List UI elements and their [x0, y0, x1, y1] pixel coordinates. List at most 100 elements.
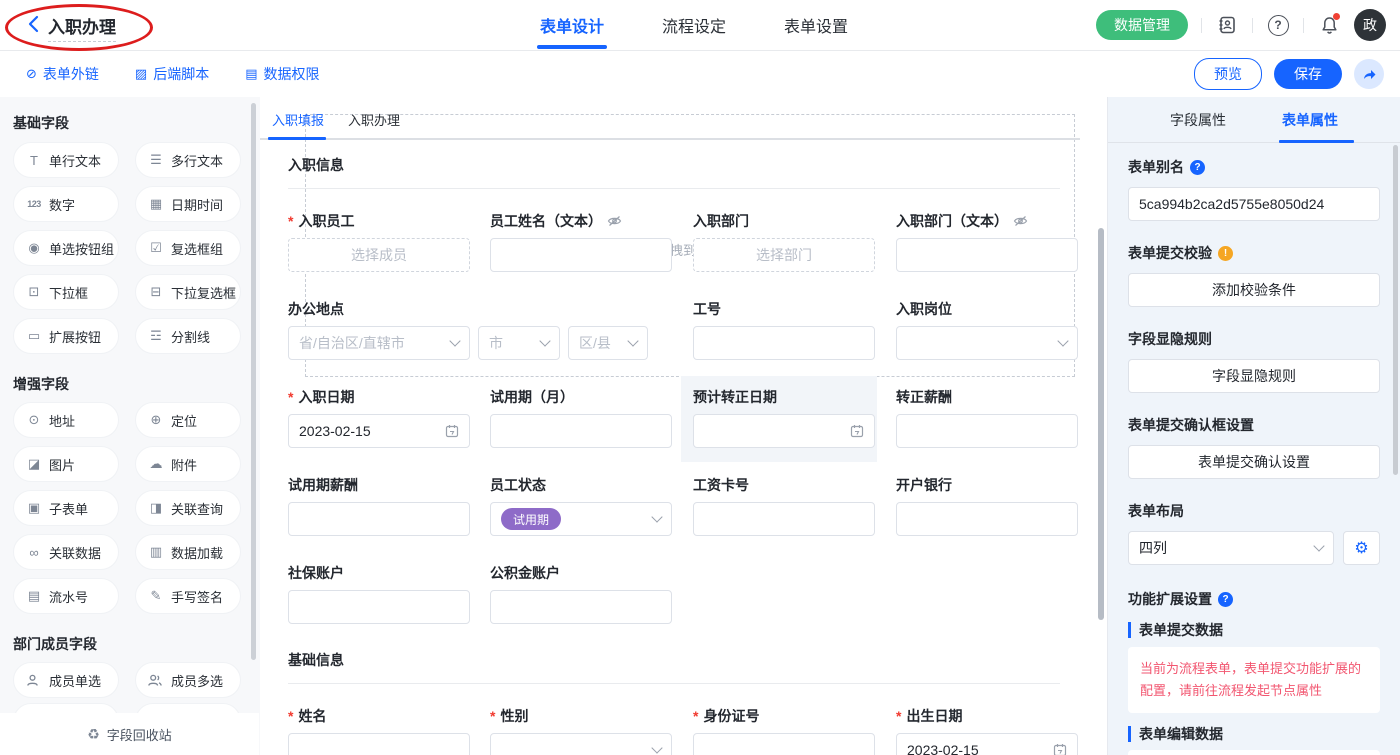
eye-slash-icon[interactable] [607, 215, 622, 227]
sidebar-field-signature[interactable]: ✎手写签名 [135, 578, 241, 614]
calendar-icon [850, 424, 864, 438]
add-validation-button[interactable]: 添加校验条件 [1128, 273, 1380, 307]
sidebar-field-member-single[interactable]: 成员单选 [13, 662, 119, 698]
layout-gear-button[interactable]: ⚙ [1343, 531, 1380, 565]
address-icon: ⊙ [26, 412, 42, 428]
sidebar-field-multi-select[interactable]: ⊟下拉复选框 [135, 274, 241, 310]
sidebar-field-select[interactable]: ⊡下拉框 [13, 274, 119, 310]
post-select[interactable] [896, 326, 1078, 360]
form-alias-input[interactable] [1128, 187, 1380, 221]
tab-flow-setting[interactable]: 流程设定 [662, 13, 726, 37]
form-tab-onboard-fill[interactable]: 入职填报 [272, 110, 324, 129]
eye-slash-icon[interactable] [1013, 215, 1028, 227]
sidebar-field-member-multi[interactable]: 成员多选 [135, 662, 241, 698]
text-input[interactable] [288, 590, 470, 624]
sidebar-field-image[interactable]: ◪图片 [13, 446, 119, 482]
text-input[interactable] [896, 414, 1078, 448]
save-button[interactable]: 保存 [1274, 59, 1342, 89]
properties-body: 表单别名 ? 表单提交校验 ! 添加校验条件 字段显隐规则 字段显隐规则 表单提… [1108, 143, 1400, 755]
tab-form-setting[interactable]: 表单设置 [784, 13, 848, 37]
tab-form-design[interactable]: 表单设计 [540, 13, 604, 37]
text-input[interactable] [693, 502, 875, 536]
tab-form-properties[interactable]: 表单属性 [1282, 110, 1338, 130]
help-circle-icon[interactable]: ? [1190, 160, 1205, 175]
user-avatar[interactable]: 政 [1354, 9, 1386, 41]
sidebar-field-location[interactable]: ⊕定位 [135, 402, 241, 438]
share-arrow-icon [1361, 66, 1377, 82]
subform-icon: ▣ [26, 500, 42, 516]
help-icon[interactable]: ? [1266, 13, 1290, 37]
field-social-security-account: 社保账户 [288, 563, 470, 624]
text-input[interactable] [490, 238, 672, 272]
sidebar-field-datetime[interactable]: ▦日期时间 [135, 186, 241, 222]
page-title[interactable]: 入职办理 [48, 13, 116, 42]
sidebar-field-divider[interactable]: ☲分割线 [135, 318, 241, 354]
tab-field-properties[interactable]: 字段属性 [1170, 110, 1226, 130]
attachment-icon: ☁ [148, 456, 164, 472]
form-canvas: 入职填报 入职办理 入职信息 拽到 *入职员工 选择成员 员工姓名（文本） 入职… [260, 97, 1107, 755]
help-circle-icon[interactable]: ? [1218, 592, 1233, 607]
warning-circle-icon[interactable]: ! [1218, 246, 1233, 261]
submit-confirm-label: 表单提交确认框设置 [1128, 415, 1380, 435]
sidebar-field-subform[interactable]: ▣子表单 [13, 490, 119, 526]
flow-form-warning-text: 当前为流程表单，表单提交功能扩展的配置，请前往流程发起节点属性 [1128, 647, 1380, 713]
sidebar-scrollbar[interactable] [251, 103, 256, 660]
form-tab-onboard-handle[interactable]: 入职办理 [348, 110, 400, 129]
field-recycle-bin[interactable]: ♻ 字段回收站 [0, 713, 259, 755]
field-visibility-button[interactable]: 字段显隐规则 [1128, 359, 1380, 393]
text-input[interactable] [288, 733, 470, 755]
text-input[interactable] [693, 733, 875, 755]
chevron-down-icon [627, 335, 638, 346]
sidebar-field-linked-data[interactable]: ∞关联数据 [13, 534, 119, 570]
sidebar-field-number[interactable]: 123数字 [13, 186, 119, 222]
sidebar-field-checkbox-group[interactable]: ☑复选框组 [135, 230, 241, 266]
preview-button[interactable]: 预览 [1194, 58, 1262, 90]
field-onboard-post: 入职岗位 [896, 299, 1078, 360]
sidebar-field-radio-group[interactable]: ◉单选按钮组 [13, 230, 119, 266]
backend-script-link[interactable]: ▨ 后端脚本 [135, 64, 209, 84]
text-input[interactable] [490, 590, 672, 624]
city-select[interactable]: 市 [478, 326, 560, 360]
datetime-icon: ▦ [148, 196, 164, 212]
sidebar-field-attachment[interactable]: ☁附件 [135, 446, 241, 482]
date-input[interactable]: 2023-02-15 [288, 414, 470, 448]
share-button[interactable] [1354, 59, 1384, 89]
sidebar-field-address[interactable]: ⊙地址 [13, 402, 119, 438]
notification-bell-icon[interactable] [1317, 13, 1341, 37]
form-external-link[interactable]: ⊘ 表单外链 [26, 64, 99, 84]
sidebar-field-extension-button[interactable]: ▭扩展按钮 [13, 318, 119, 354]
member-single-icon [26, 674, 42, 687]
divider [1201, 18, 1202, 33]
field-onboard-dept: 入职部门 选择部门 [693, 211, 875, 272]
text-input[interactable] [288, 502, 470, 536]
province-select[interactable]: 省/自治区/直辖市 [288, 326, 470, 360]
back-icon[interactable] [24, 14, 44, 34]
sub-toolbar: ⊘ 表单外链 ▨ 后端脚本 ▤ 数据权限 预览 保存 [0, 51, 1400, 98]
data-permission-link[interactable]: ▤ 数据权限 [245, 64, 319, 84]
sidebar-field-serial-number[interactable]: ▤流水号 [13, 578, 119, 614]
contact-book-icon[interactable] [1215, 13, 1239, 37]
sidebar-field-data-load[interactable]: ▥数据加载 [135, 534, 241, 570]
text-input[interactable] [896, 238, 1078, 272]
properties-tabs: 字段属性 表单属性 [1108, 97, 1400, 143]
status-select[interactable]: 试用期 [490, 502, 672, 536]
text-input[interactable] [693, 326, 875, 360]
date-input[interactable] [693, 414, 875, 448]
district-select[interactable]: 区/县 [568, 326, 648, 360]
sidebar-field-multi-line-text[interactable]: ☰多行文本 [135, 142, 241, 178]
sidebar-field-linked-query[interactable]: ◨关联查询 [135, 490, 241, 526]
canvas-scrollbar[interactable] [1098, 228, 1104, 620]
member-picker-input[interactable]: 选择成员 [288, 238, 470, 272]
sidebar-field-single-line-text[interactable]: T单行文本 [13, 142, 119, 178]
dept-picker-input[interactable]: 选择部门 [693, 238, 875, 272]
text-input[interactable] [896, 502, 1078, 536]
page-scrollbar[interactable] [1393, 145, 1398, 475]
submit-confirm-button[interactable]: 表单提交确认设置 [1128, 445, 1380, 479]
gender-select[interactable] [490, 733, 672, 755]
text-input[interactable] [490, 414, 672, 448]
data-manage-button[interactable]: 数据管理 [1096, 10, 1188, 40]
field-onboard-dept-text: 入职部门（文本） [896, 211, 1078, 272]
date-input[interactable]: 2023-02-15 [896, 733, 1078, 755]
form-alias-label: 表单别名 ? [1128, 157, 1380, 177]
layout-select[interactable]: 四列 [1128, 531, 1334, 565]
